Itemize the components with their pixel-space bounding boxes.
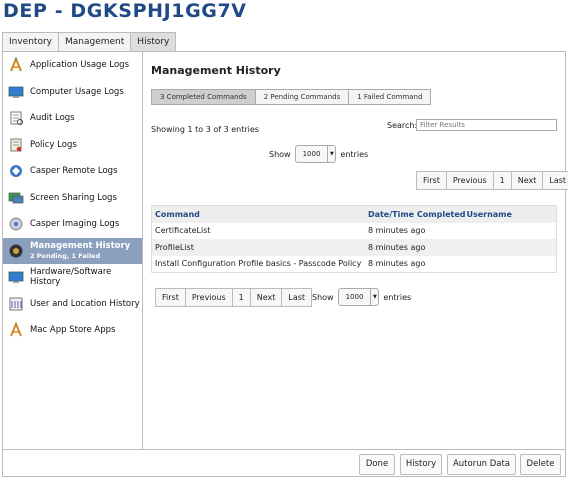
page-title: DEP - DGKSPHJ1GG7V: [3, 0, 247, 22]
sidebar-item-casper-remote-logs[interactable]: Casper Remote Logs: [3, 158, 142, 185]
application-icon: [10, 57, 22, 72]
show-label: Show: [312, 292, 334, 302]
cell-time: 8 minutes ago: [367, 226, 426, 236]
sidebar-item-casper-imaging-logs[interactable]: Casper Imaging Logs: [3, 211, 142, 238]
cell-time: 8 minutes ago: [367, 259, 426, 269]
sidebar-item-management-history[interactable]: Management History 2 Pending, 1 Failed: [3, 237, 142, 264]
user-location-icon: [9, 297, 23, 311]
policy-icon: [10, 138, 22, 152]
cell-command: CertificateList: [155, 226, 211, 236]
table-header: Command Date/Time Completed Username: [152, 206, 556, 223]
show-label: Show: [269, 149, 291, 159]
imaging-icon: [9, 217, 23, 231]
section-title: Management History: [151, 64, 281, 77]
pending-commands-button[interactable]: 2 Pending Commands: [255, 89, 350, 105]
history-button[interactable]: History: [400, 454, 442, 475]
hardware-icon: [8, 271, 24, 284]
sidebar-item-label: Mac App Store Apps: [30, 325, 116, 336]
sidebar-item-mac-app-store-apps[interactable]: Mac App Store Apps: [3, 317, 142, 344]
sidebar-item-label: Audit Logs: [30, 113, 75, 124]
delete-button[interactable]: Delete: [520, 454, 561, 475]
audit-icon: [10, 111, 23, 126]
sidebar-item-computer-usage-logs[interactable]: Computer Usage Logs: [3, 79, 142, 106]
table-row: Install Configuration Profile basics - P…: [152, 256, 556, 273]
page-size-select[interactable]: 1000 ▼: [294, 145, 337, 163]
entries-label: entries: [383, 292, 412, 302]
sidebar-item-screen-sharing-logs[interactable]: Screen Sharing Logs: [3, 185, 142, 212]
page-size-select[interactable]: 1000 ▼: [337, 288, 380, 306]
tab-bar: Inventory Management History: [2, 32, 177, 52]
column-header-username[interactable]: Username: [466, 210, 556, 219]
sidebar-item-user-location-history[interactable]: User and Location History: [3, 291, 142, 318]
entries-label: entries: [340, 149, 369, 159]
sidebar-item-label: User and Location History: [30, 298, 140, 309]
completed-commands-button[interactable]: 3 Completed Commands: [151, 89, 256, 105]
done-button[interactable]: Done: [359, 454, 395, 475]
search-label: Search:: [387, 121, 418, 130]
tab-inventory[interactable]: Inventory: [2, 32, 58, 52]
pagination-top: First Previous 1 Next Last: [416, 171, 568, 190]
failed-command-button[interactable]: 1 Failed Command: [349, 89, 432, 105]
pagination-bottom: First Previous 1 Next Last: [155, 288, 313, 307]
sidebar-item-label: Management History: [30, 240, 131, 251]
sidebar-item-label: Policy Logs: [30, 139, 77, 150]
sidebar-item-hardware-software-history[interactable]: Hardware/Software History: [3, 264, 142, 291]
tab-management[interactable]: Management: [58, 32, 131, 52]
search-input[interactable]: [416, 119, 557, 131]
sidebar-item-application-usage-logs[interactable]: Application Usage Logs: [3, 52, 142, 79]
next-page-button[interactable]: Next: [511, 171, 544, 190]
sidebar-item-label: Casper Remote Logs: [30, 166, 118, 177]
sidebar-item-audit-logs[interactable]: Audit Logs: [3, 105, 142, 132]
sidebar-item-label: Screen Sharing Logs: [30, 192, 117, 203]
sidebar-item-policy-logs[interactable]: Policy Logs: [3, 132, 142, 159]
next-page-button[interactable]: Next: [250, 288, 283, 307]
sidebar-item-label: Hardware/Software History: [30, 267, 112, 288]
commands-table: Command Date/Time Completed Username Cer…: [151, 205, 557, 273]
remote-icon: [10, 165, 22, 178]
screen-sharing-icon: [8, 192, 24, 204]
entries-info: Showing 1 to 3 of 3 entries: [151, 125, 259, 134]
page-size-value: 1000: [345, 293, 364, 301]
tab-history[interactable]: History: [130, 32, 177, 52]
autorun-data-button[interactable]: Autorun Data: [447, 454, 516, 475]
table-row: CertificateList 8 minutes ago: [152, 223, 556, 240]
last-page-button[interactable]: Last: [282, 288, 313, 307]
cell-time: 8 minutes ago: [367, 242, 426, 252]
footer-bar: Done History Autorun Data Delete: [3, 449, 565, 476]
computer-icon: [8, 86, 24, 98]
page-number-button[interactable]: 1: [232, 288, 251, 307]
page-size-control-top: Show 1000 ▼ entries: [269, 145, 368, 163]
main-panel: Management History 3 Completed Commands …: [144, 52, 568, 449]
column-header-date[interactable]: Date/Time Completed: [368, 210, 467, 219]
column-header-command[interactable]: Command: [152, 210, 368, 219]
command-filter-segments: 3 Completed Commands 2 Pending Commands …: [151, 89, 432, 105]
page-number-button[interactable]: 1: [493, 171, 512, 190]
sidebar-item-label: Application Usage Logs: [30, 60, 129, 71]
sidebar-item-label: Computer Usage Logs: [30, 86, 124, 97]
last-page-button[interactable]: Last: [543, 171, 568, 190]
cell-command: Install Configuration Profile basics - P…: [155, 259, 362, 269]
table-row: ProfileList 8 minutes ago: [152, 239, 556, 256]
previous-page-button[interactable]: Previous: [185, 288, 233, 307]
management-icon: [9, 244, 23, 258]
sidebar-item-status: 2 Pending, 1 Failed: [30, 251, 101, 260]
sidebar: Application Usage Logs Computer Usage Lo…: [3, 52, 143, 449]
sidebar-item-label: Casper Imaging Logs: [30, 219, 120, 230]
first-page-button[interactable]: First: [416, 171, 447, 190]
chevron-down-icon: ▼: [327, 146, 335, 162]
previous-page-button[interactable]: Previous: [446, 171, 494, 190]
first-page-button[interactable]: First: [155, 288, 186, 307]
app-store-icon: [10, 322, 22, 337]
page-size-control-bottom: Show 1000 ▼ entries: [312, 288, 411, 306]
page-size-value: 1000: [302, 150, 321, 158]
chevron-down-icon: ▼: [370, 289, 378, 305]
cell-command: ProfileList: [155, 242, 194, 252]
content-frame: Application Usage Logs Computer Usage Lo…: [2, 51, 568, 477]
